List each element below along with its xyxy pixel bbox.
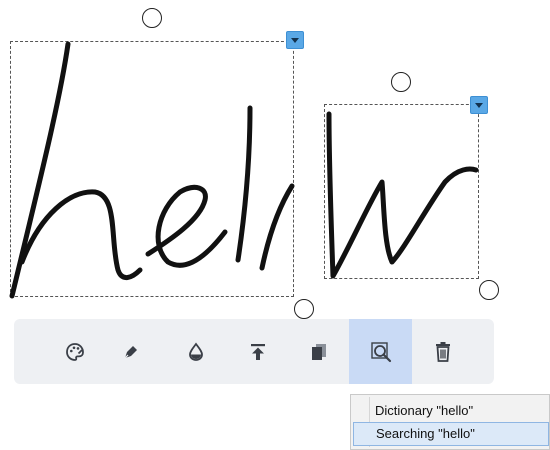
menu-item-search[interactable]: Searching "hello" [353,422,549,446]
whiteboard-canvas[interactable]: Dictionary "hello" Searching "hello" [0,0,550,450]
bring-to-front-icon [250,343,265,360]
context-menu: Dictionary "hello" Searching "hello" [350,394,550,450]
chevron-down-icon [291,37,299,43]
menu-item-dictionary[interactable]: Dictionary "hello" [353,399,549,423]
copy-button[interactable] [287,319,350,384]
rotate-handle[interactable] [391,72,411,92]
object-menu-button[interactable] [470,96,488,114]
rotate-handle[interactable] [142,8,162,28]
ink-selection-box[interactable] [10,41,294,297]
copy-icon [311,343,326,360]
ink-selection-box[interactable] [324,104,479,279]
ink-toolbar [14,319,494,384]
search-icon [370,341,391,362]
resize-handle[interactable] [479,280,499,300]
drop-icon [188,342,203,361]
pen-button[interactable] [99,319,162,384]
search-button[interactable] [349,319,412,384]
resize-handle[interactable] [294,299,314,319]
pen-icon [124,345,137,358]
delete-button[interactable] [411,319,474,384]
opacity-button[interactable] [164,319,227,384]
palette-icon [65,342,84,361]
trash-icon [435,341,450,362]
chevron-down-icon [475,102,483,108]
palette-button[interactable] [43,319,106,384]
object-menu-button[interactable] [286,31,304,49]
bring-to-front-button[interactable] [226,319,289,384]
